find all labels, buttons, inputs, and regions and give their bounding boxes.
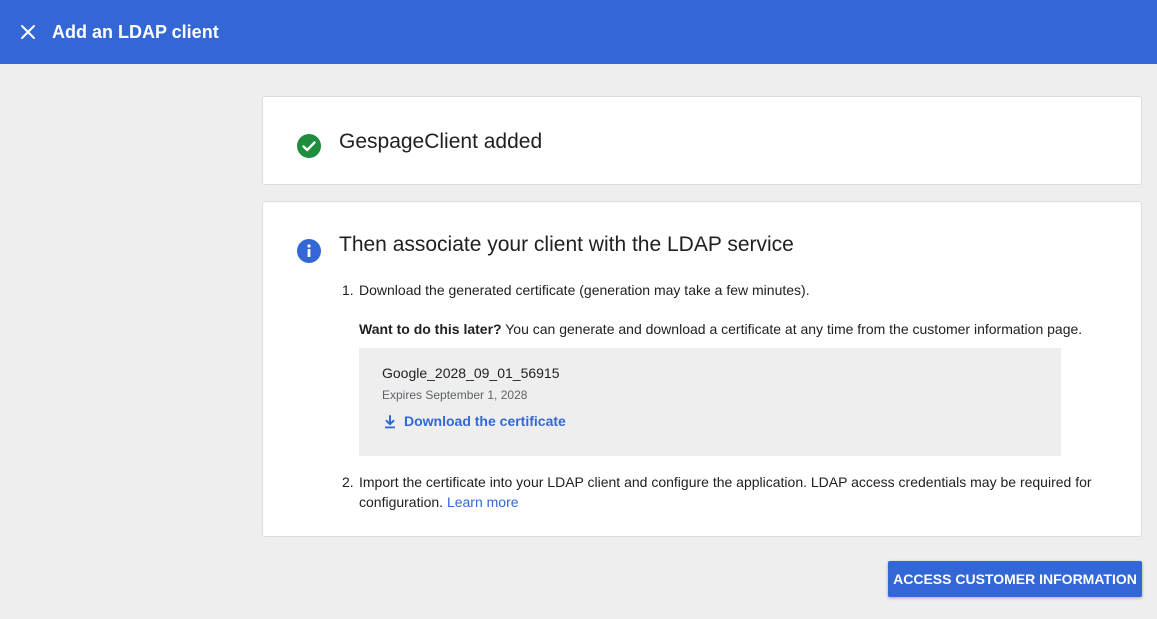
download-certificate-label: Download the certificate bbox=[404, 413, 566, 429]
later-note: Want to do this later? You can generate … bbox=[359, 319, 1119, 339]
success-card: GespageClient added bbox=[262, 96, 1142, 185]
certificate-expiry: Expires September 1, 2028 bbox=[382, 388, 528, 402]
page-title: Add an LDAP client bbox=[52, 22, 219, 42]
step-1-text: Download the generated certificate (gene… bbox=[359, 282, 810, 298]
certificate-box: Google_2028_09_01_56915 Expires Septembe… bbox=[359, 348, 1061, 456]
success-title: GespageClient added bbox=[339, 130, 543, 153]
access-customer-information-button[interactable]: ACCESS CUSTOMER INFORMATION bbox=[888, 561, 1142, 597]
steps-title: Then associate your client with the LDAP… bbox=[339, 233, 794, 256]
later-note-bold: Want to do this later? bbox=[359, 321, 502, 337]
close-button[interactable] bbox=[16, 20, 40, 44]
download-icon bbox=[385, 415, 395, 429]
check-circle-icon bbox=[297, 134, 321, 158]
info-icon bbox=[297, 239, 321, 263]
certificate-name: Google_2028_09_01_56915 bbox=[382, 365, 560, 381]
step-2-number: 2. bbox=[342, 474, 354, 490]
download-certificate-link[interactable]: Download the certificate bbox=[382, 411, 566, 431]
close-icon bbox=[21, 25, 35, 39]
later-note-text: You can generate and download a certific… bbox=[501, 321, 1083, 337]
app-header: Add an LDAP client bbox=[0, 0, 1157, 64]
step-2-text: Import the certificate into your LDAP cl… bbox=[359, 472, 1119, 512]
learn-more-link[interactable]: Learn more bbox=[447, 494, 519, 510]
steps-card: Then associate your client with the LDAP… bbox=[262, 201, 1142, 537]
step-1-number: 1. bbox=[342, 282, 354, 298]
